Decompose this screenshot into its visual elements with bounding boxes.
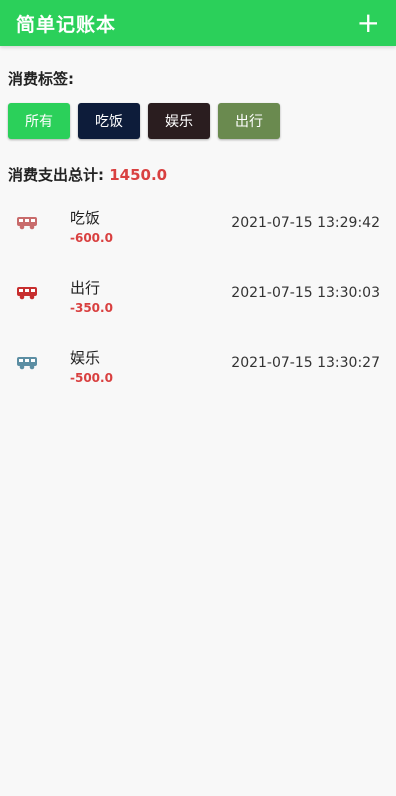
record-name: 吃饭 — [70, 209, 101, 227]
record-name: 娱乐 — [70, 349, 101, 367]
tag-bar: 所有 吃饭 娱乐 出行 — [8, 103, 396, 139]
record-time: 2021-07-15 13:30:27 — [231, 355, 380, 371]
total-value: 1450.0 — [109, 166, 168, 184]
record-name: 出行 — [70, 279, 101, 297]
record-time: 2021-07-15 13:30:03 — [231, 285, 380, 301]
tag-fun[interactable]: 娱乐 — [148, 103, 210, 139]
list-item[interactable]: 吃饭 -600.0 2021-07-15 13:29:42 — [0, 193, 396, 263]
tag-all[interactable]: 所有 — [8, 103, 70, 139]
bus-icon — [17, 287, 37, 300]
bus-icon — [17, 357, 37, 370]
tag-eat[interactable]: 吃饭 — [78, 103, 140, 139]
list-item[interactable]: 出行 -350.0 2021-07-15 13:30:03 — [0, 263, 396, 333]
tag-travel[interactable]: 出行 — [218, 103, 280, 139]
total-summary: 消费支出总计: 1450.0 — [8, 164, 396, 185]
bus-icon — [17, 217, 37, 230]
list-item[interactable]: 娱乐 -500.0 2021-07-15 13:30:27 — [0, 333, 396, 403]
record-time: 2021-07-15 13:29:42 — [231, 215, 380, 231]
record-amount: -350.0 — [70, 301, 113, 315]
tags-label: 消费标签: — [8, 70, 74, 88]
total-label: 消费支出总计: — [8, 166, 104, 184]
record-amount: -500.0 — [70, 371, 113, 385]
app-bar: 简单记账本 + — [0, 0, 396, 46]
record-amount: -600.0 — [70, 231, 113, 245]
app-title: 简单记账本 — [16, 13, 117, 36]
add-button[interactable]: + — [355, 9, 382, 37]
record-list: 吃饭 -600.0 2021-07-15 13:29:42 出行 -350.0 … — [0, 193, 396, 403]
